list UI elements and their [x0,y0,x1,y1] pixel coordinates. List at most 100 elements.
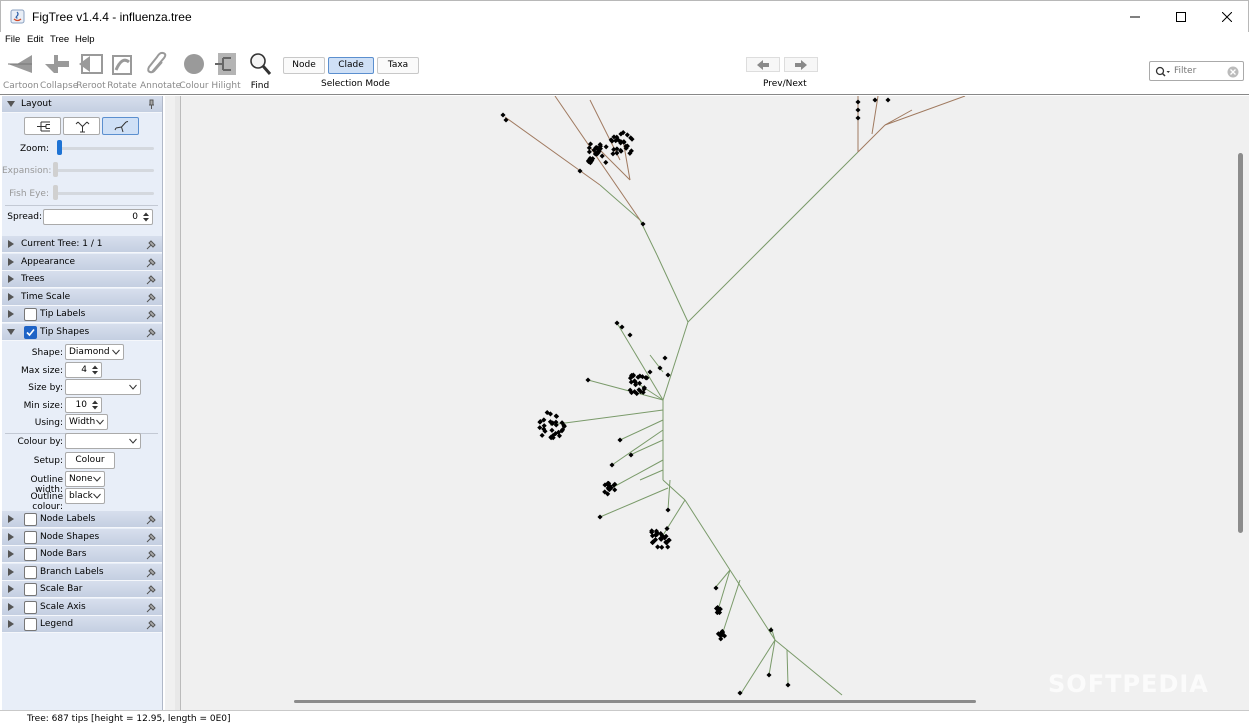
menu-tree[interactable]: Tree [50,34,69,45]
close-button[interactable] [1204,1,1249,33]
cartoon-button[interactable]: Cartoon [3,50,39,94]
tip-shape[interactable] [554,413,560,419]
mode-taxa-button[interactable]: Taxa [377,57,419,74]
phylogenetic-tree[interactable] [165,96,1249,710]
horizontal-scrollbar[interactable] [294,700,976,703]
tip-shape[interactable] [737,690,743,696]
tree-branch[interactable] [599,487,669,518]
tip-shape[interactable] [585,377,591,383]
tree-branch[interactable] [884,96,966,126]
tree-branch[interactable] [629,439,664,456]
tree-branch[interactable] [611,429,664,466]
node-labels-checkbox[interactable] [24,513,37,526]
tree-branch[interactable] [619,419,664,441]
tree-branch[interactable] [662,321,689,401]
next-button[interactable] [784,57,818,72]
tree-canvas[interactable] [165,96,1249,710]
scale-bar-checkbox[interactable] [24,583,37,596]
section-branch-labels[interactable]: Branch Labels [2,564,162,581]
pin-icon[interactable] [146,602,157,613]
layout-rectangular-button[interactable] [24,117,61,135]
colour-by-select[interactable] [65,433,141,449]
menu-edit[interactable]: Edit [27,34,43,45]
tip-shape[interactable] [500,112,506,118]
section-node-shapes[interactable]: Node Shapes [2,529,162,546]
pin-icon[interactable] [146,532,157,543]
hilight-button[interactable]: Hilight [209,50,243,94]
section-node-labels[interactable]: Node Labels [2,511,162,528]
shape-select[interactable]: Diamond [65,344,124,360]
pin-icon[interactable] [146,327,157,338]
section-time-scale[interactable]: Time Scale [2,289,162,306]
tip-shape[interactable] [627,332,633,338]
tip-shape[interactable] [549,427,555,433]
tree-branch[interactable] [607,459,664,491]
pin-icon[interactable] [146,549,157,560]
filter-field[interactable] [1149,61,1244,81]
layout-polar-button[interactable] [102,117,139,135]
pin-icon[interactable] [146,514,157,525]
fisheye-slider[interactable] [53,185,58,200]
annotate-button[interactable]: Annotate [140,50,181,94]
tree-branch[interactable] [587,379,664,401]
section-tip-shapes[interactable]: Tip Shapes [2,324,162,341]
tip-shape[interactable] [855,107,861,113]
outline-width-select[interactable]: None [65,471,105,487]
tip-shape[interactable] [665,507,671,513]
tip-shape[interactable] [614,320,620,326]
tip-shape[interactable] [785,682,791,688]
tree-branch[interactable] [729,569,776,641]
tip-shape[interactable] [537,419,543,425]
vertical-scrollbar[interactable] [1238,153,1243,533]
tip-shape[interactable] [855,115,861,121]
outline-colour-select[interactable]: black [65,488,105,504]
tip-shape[interactable] [503,117,509,123]
tip-labels-checkbox[interactable] [24,308,37,321]
spinner-arrows-icon[interactable] [141,211,151,223]
tree-branch[interactable] [549,409,664,426]
pin-icon[interactable] [146,274,157,285]
tip-shape[interactable] [885,97,891,103]
section-node-bars[interactable]: Node Bars [2,546,162,563]
pin-icon[interactable] [146,619,157,630]
colour-button[interactable]: Colour [177,50,211,94]
tip-shape[interactable] [659,544,665,550]
maximize-button[interactable] [1158,1,1204,33]
tree-branch[interactable] [662,479,686,501]
tip-shape[interactable] [766,672,772,678]
spinner-arrows-icon[interactable] [90,399,100,411]
tree-branch[interactable] [684,499,731,571]
reroot-button[interactable]: Reroot [74,50,108,94]
pin-icon[interactable] [146,292,157,303]
prev-button[interactable] [746,57,780,72]
tree-branch[interactable] [656,254,689,323]
spread-spinner[interactable]: 0 [43,209,153,225]
pin-icon[interactable] [146,584,157,595]
find-button[interactable]: Find [243,50,277,94]
pin-icon[interactable] [146,309,157,320]
tree-branch[interactable] [659,499,686,541]
node-bars-checkbox[interactable] [24,548,37,561]
tree-branch[interactable] [639,469,664,481]
menu-file[interactable]: File [5,34,20,45]
pin-down-icon[interactable] [146,99,157,110]
using-select[interactable]: Width [65,414,108,430]
max-size-spinner[interactable]: 4 [65,362,102,378]
tip-shape[interactable] [718,636,724,642]
tip-shape[interactable] [603,159,609,165]
tree-branch[interactable] [786,649,789,686]
pin-icon[interactable] [146,567,157,578]
tip-shape[interactable] [855,99,861,105]
collapse-button[interactable]: Collapse [40,50,78,94]
branch-labels-checkbox[interactable] [24,566,37,579]
zoom-slider[interactable] [57,140,62,155]
tip-shape[interactable] [597,514,603,520]
section-current-tree[interactable]: Current Tree: 1 / 1 [2,236,162,253]
tip-shape[interactable] [647,369,653,375]
tree-branch[interactable] [857,124,886,153]
clear-icon[interactable] [1227,66,1239,78]
scale-axis-checkbox[interactable] [24,601,37,614]
tip-shape[interactable] [610,151,616,157]
tip-shape[interactable] [665,544,671,550]
tip-shape[interactable] [624,132,630,138]
